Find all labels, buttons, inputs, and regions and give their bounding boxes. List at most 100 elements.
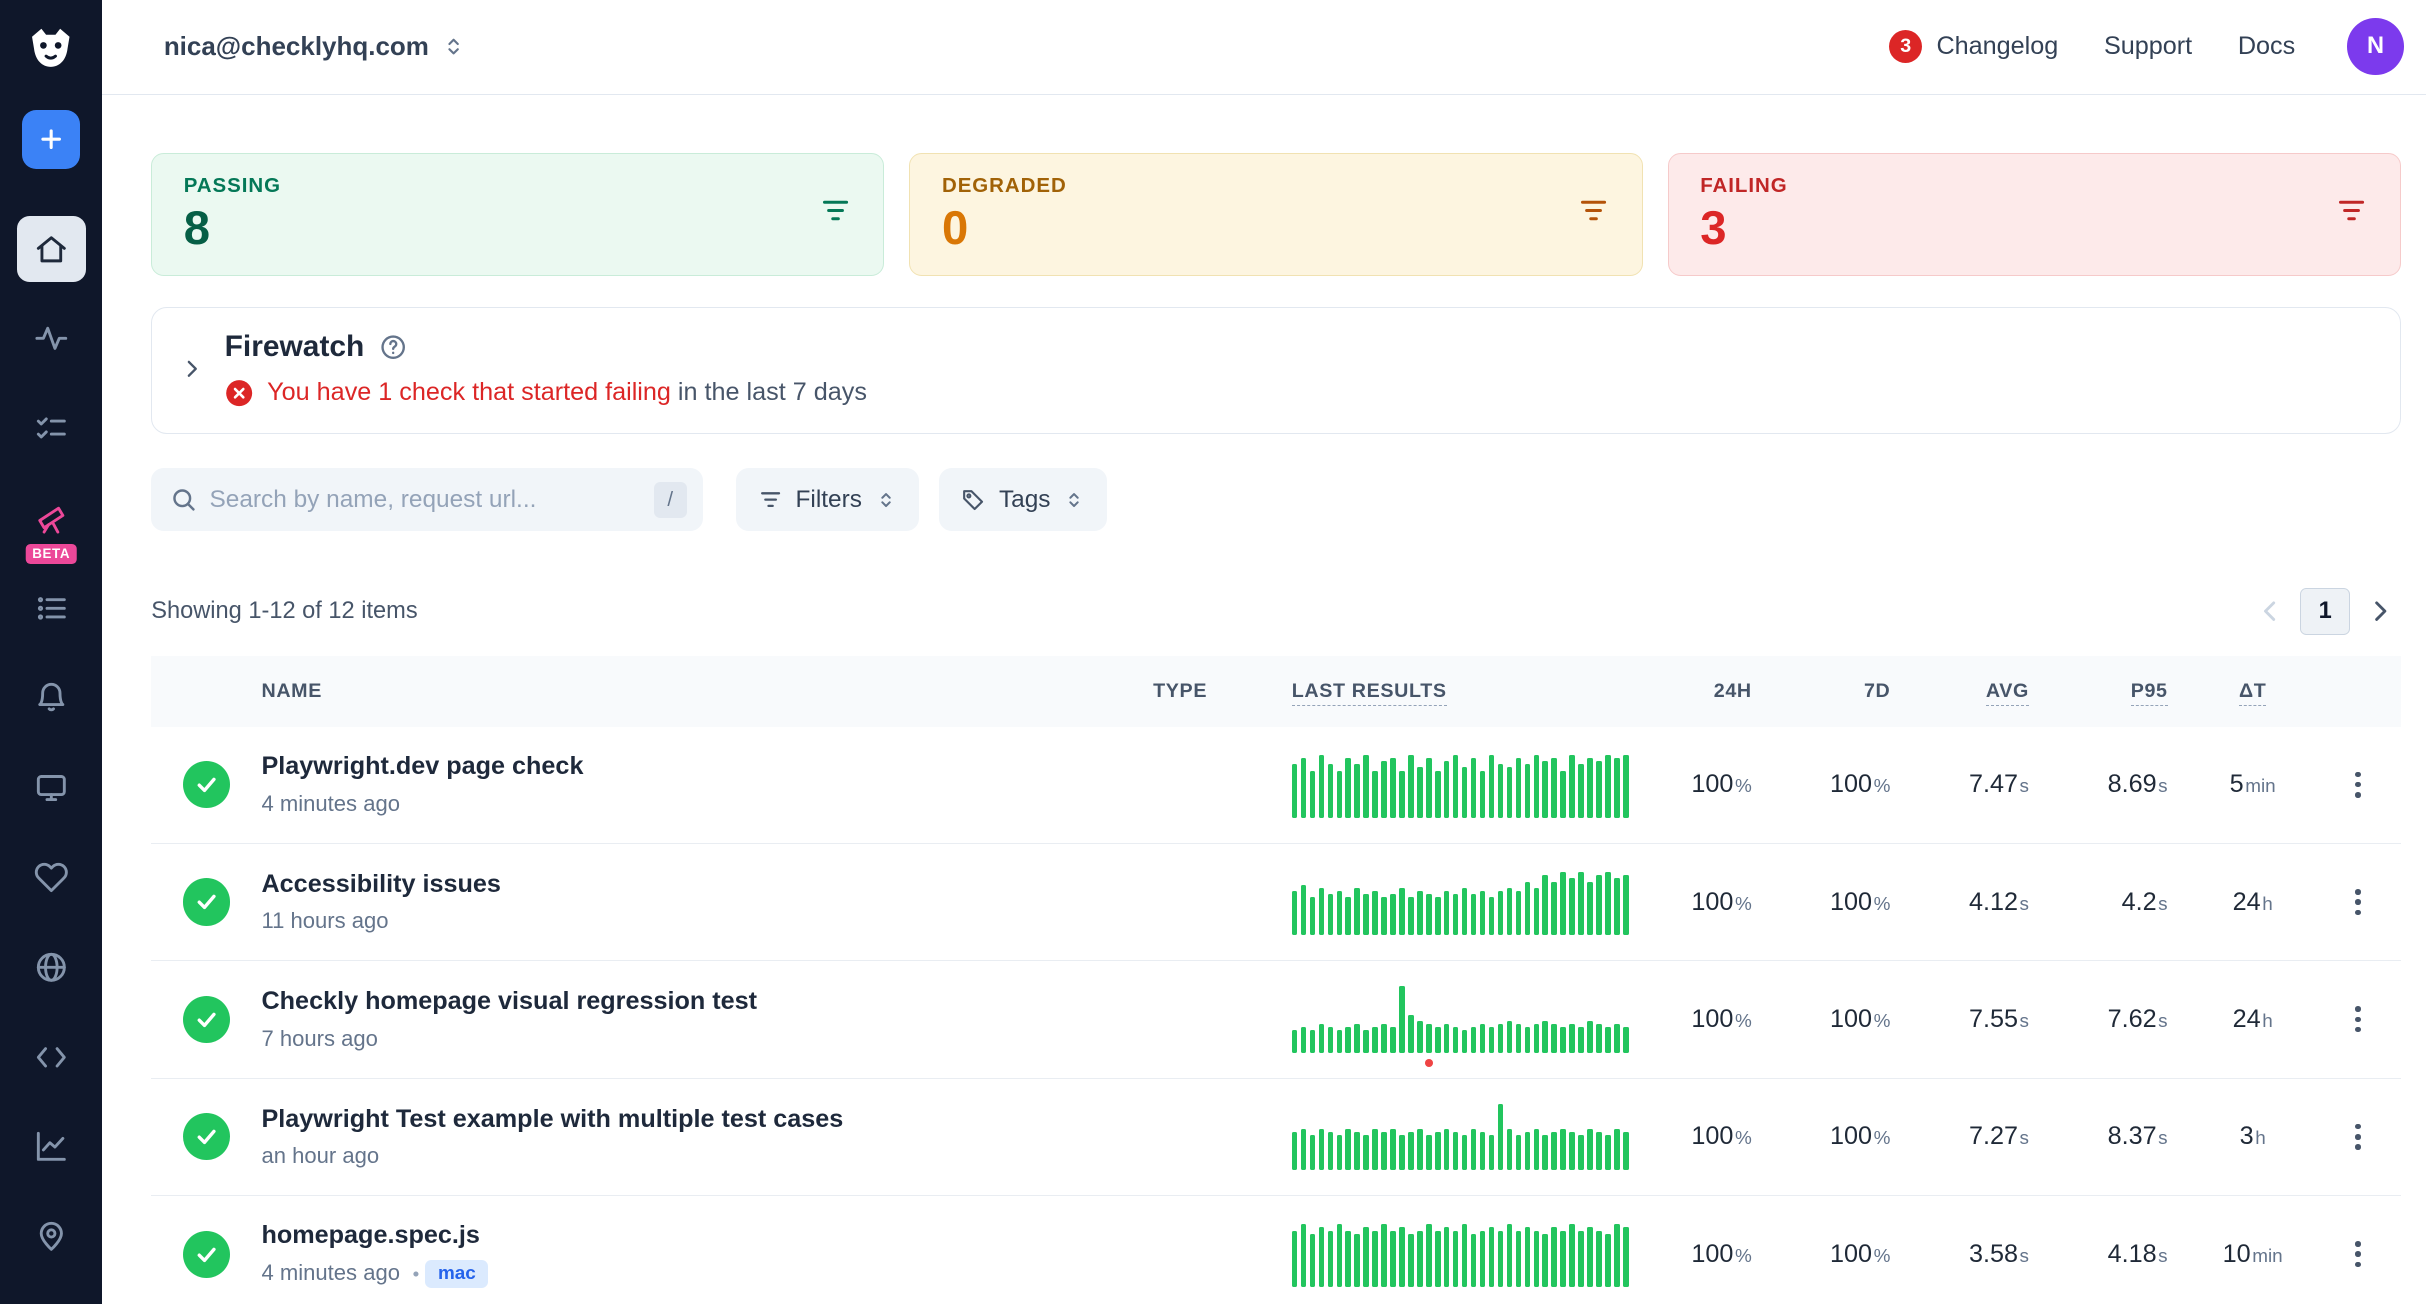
row-actions-menu-button[interactable]	[2343, 877, 2374, 928]
content-column: nica@checklyhq.com 3 Changelog Support D…	[102, 0, 2426, 1304]
search-input[interactable]	[209, 486, 641, 514]
docs-label: Docs	[2238, 32, 2295, 61]
table-row[interactable]: Playwright Test example with multiple te…	[151, 1079, 2401, 1196]
firewatch-expand-button[interactable]	[171, 357, 212, 381]
table-row[interactable]: Accessibility issues 11 hours ago 100% 1…	[151, 844, 2401, 961]
last-results-cell	[1292, 869, 1635, 935]
filter-funnel-icon[interactable]	[819, 194, 852, 234]
24h-cell: 100%	[1691, 1240, 1773, 1269]
bullet-separator: •	[413, 1264, 420, 1285]
status-cell	[183, 1231, 230, 1278]
status-cell	[183, 996, 230, 1043]
results-bars[interactable]	[1292, 1221, 1635, 1287]
last-results-cell	[1292, 752, 1635, 818]
avatar[interactable]: N	[2347, 18, 2404, 75]
passing-label: PASSING	[184, 174, 852, 198]
search-box: /	[151, 468, 702, 531]
7d-cell: 100%	[1830, 888, 1912, 917]
sidebar-item-monitoring[interactable]	[17, 306, 86, 372]
passing-card[interactable]: PASSING 8	[151, 153, 884, 276]
avg-cell: 7.27s	[1969, 1122, 2051, 1151]
check-name: Playwright Test example with multiple te…	[261, 1105, 1153, 1134]
last-results-cell	[1292, 986, 1635, 1052]
failing-label: FAILING	[1700, 174, 2368, 198]
sidebar-item-runtimes[interactable]	[17, 1024, 86, 1090]
24h-cell: 100%	[1691, 1122, 1773, 1151]
support-label: Support	[2104, 32, 2192, 61]
rows-list-icon	[34, 591, 69, 626]
failing-card[interactable]: FAILING 3	[1668, 153, 2401, 276]
checks-table: NAME TYPE LAST RESULTS 24H 7D AVG P95 ΔT…	[151, 656, 2401, 1304]
sidebar-item-locations[interactable]	[17, 1203, 86, 1269]
column-avg: AVG	[1986, 680, 2051, 703]
sidebar-item-home[interactable]	[17, 216, 86, 282]
tag-icon	[961, 487, 986, 512]
failed-run-dot	[1425, 1059, 1433, 1067]
7d-cell: 100%	[1830, 1122, 1912, 1151]
results-bars[interactable]	[1292, 986, 1635, 1052]
status-cell	[183, 761, 230, 808]
results-bars[interactable]	[1292, 1104, 1635, 1170]
dt-cell: 24h	[2233, 888, 2273, 917]
filter-funnel-icon[interactable]	[1577, 194, 1610, 234]
check-name: Checkly homepage visual regression test	[261, 987, 1153, 1016]
sidebar-item-analytics[interactable]	[17, 1114, 86, 1180]
dt-cell: 3h	[2240, 1122, 2266, 1151]
chevron-up-down-icon	[441, 34, 466, 59]
results-bars[interactable]	[1292, 869, 1635, 935]
sidebar-item-dashboards[interactable]	[17, 754, 86, 820]
row-actions-menu-button[interactable]	[2343, 759, 2374, 810]
tags-button[interactable]: Tags	[939, 468, 1107, 531]
dt-cell: 5min	[2230, 770, 2276, 799]
last-results-cell	[1292, 1104, 1635, 1170]
name-cell: Playwright.dev page check 4 minutes ago	[261, 752, 1153, 816]
table-body: Playwright.dev page check 4 minutes ago …	[151, 727, 2401, 1304]
current-page[interactable]: 1	[2300, 588, 2350, 635]
sidebar-nav: BETA	[17, 216, 86, 1270]
table-row[interactable]: Checkly homepage visual regression test …	[151, 961, 2401, 1078]
filter-funnel-icon[interactable]	[2335, 194, 2368, 234]
docs-link[interactable]: Docs	[2238, 32, 2295, 61]
filters-button[interactable]: Filters	[736, 468, 919, 531]
globe-icon	[34, 950, 69, 985]
sidebar-item-status[interactable]	[17, 844, 86, 910]
sidebar-item-alerts[interactable]	[17, 665, 86, 731]
p95-cell: 4.18s	[2108, 1240, 2190, 1269]
sidebar-item-maintenance[interactable]	[17, 575, 86, 641]
checkly-raccoon-logo[interactable]	[0, 0, 102, 98]
changelog-link[interactable]: 3 Changelog	[1889, 30, 2058, 63]
previous-page-button[interactable]	[2250, 591, 2291, 632]
heart-icon	[34, 860, 69, 895]
sidebar-item-private-locations[interactable]	[17, 934, 86, 1000]
sidebar-item-checks[interactable]	[17, 395, 86, 461]
next-page-button[interactable]	[2360, 591, 2401, 632]
check-subtitle: 7 hours ago	[261, 1026, 1153, 1052]
degraded-count: 0	[942, 205, 1610, 252]
search-shortcut-key: /	[654, 482, 687, 518]
create-new-button[interactable]	[22, 110, 80, 168]
row-actions-menu-button[interactable]	[2343, 1229, 2374, 1280]
row-actions-menu-button[interactable]	[2343, 1111, 2374, 1162]
code-brackets-icon	[34, 1040, 69, 1075]
avg-cell: 7.55s	[1969, 1005, 2051, 1034]
row-actions-menu-button[interactable]	[2343, 994, 2374, 1045]
sidebar: BETA	[0, 0, 102, 1304]
avg-cell: 4.12s	[1969, 888, 2051, 917]
name-cell: homepage.spec.js 4 minutes ago • mac	[261, 1221, 1153, 1287]
table-row[interactable]: homepage.spec.js 4 minutes ago • mac 100…	[151, 1196, 2401, 1304]
table-row[interactable]: Playwright.dev page check 4 minutes ago …	[151, 727, 2401, 844]
account-switcher[interactable]: nica@checklyhq.com	[164, 31, 467, 62]
account-email: nica@checklyhq.com	[164, 31, 429, 62]
results-bars[interactable]	[1292, 752, 1635, 818]
header-actions: 3 Changelog Support Docs N	[1889, 18, 2404, 75]
help-circle-icon[interactable]	[379, 333, 407, 361]
7d-cell: 100%	[1830, 1005, 1912, 1034]
24h-cell: 100%	[1691, 888, 1773, 917]
degraded-card[interactable]: DEGRADED 0	[909, 153, 1642, 276]
firewatch-alert-suffix: in the last 7 days	[671, 378, 867, 406]
sidebar-item-explore-beta[interactable]: BETA	[17, 485, 86, 551]
results-summary: Showing 1-12 of 12 items	[151, 598, 417, 625]
support-link[interactable]: Support	[2104, 32, 2192, 61]
24h-cell: 100%	[1691, 1005, 1773, 1034]
failing-count: 3	[1700, 205, 2368, 252]
